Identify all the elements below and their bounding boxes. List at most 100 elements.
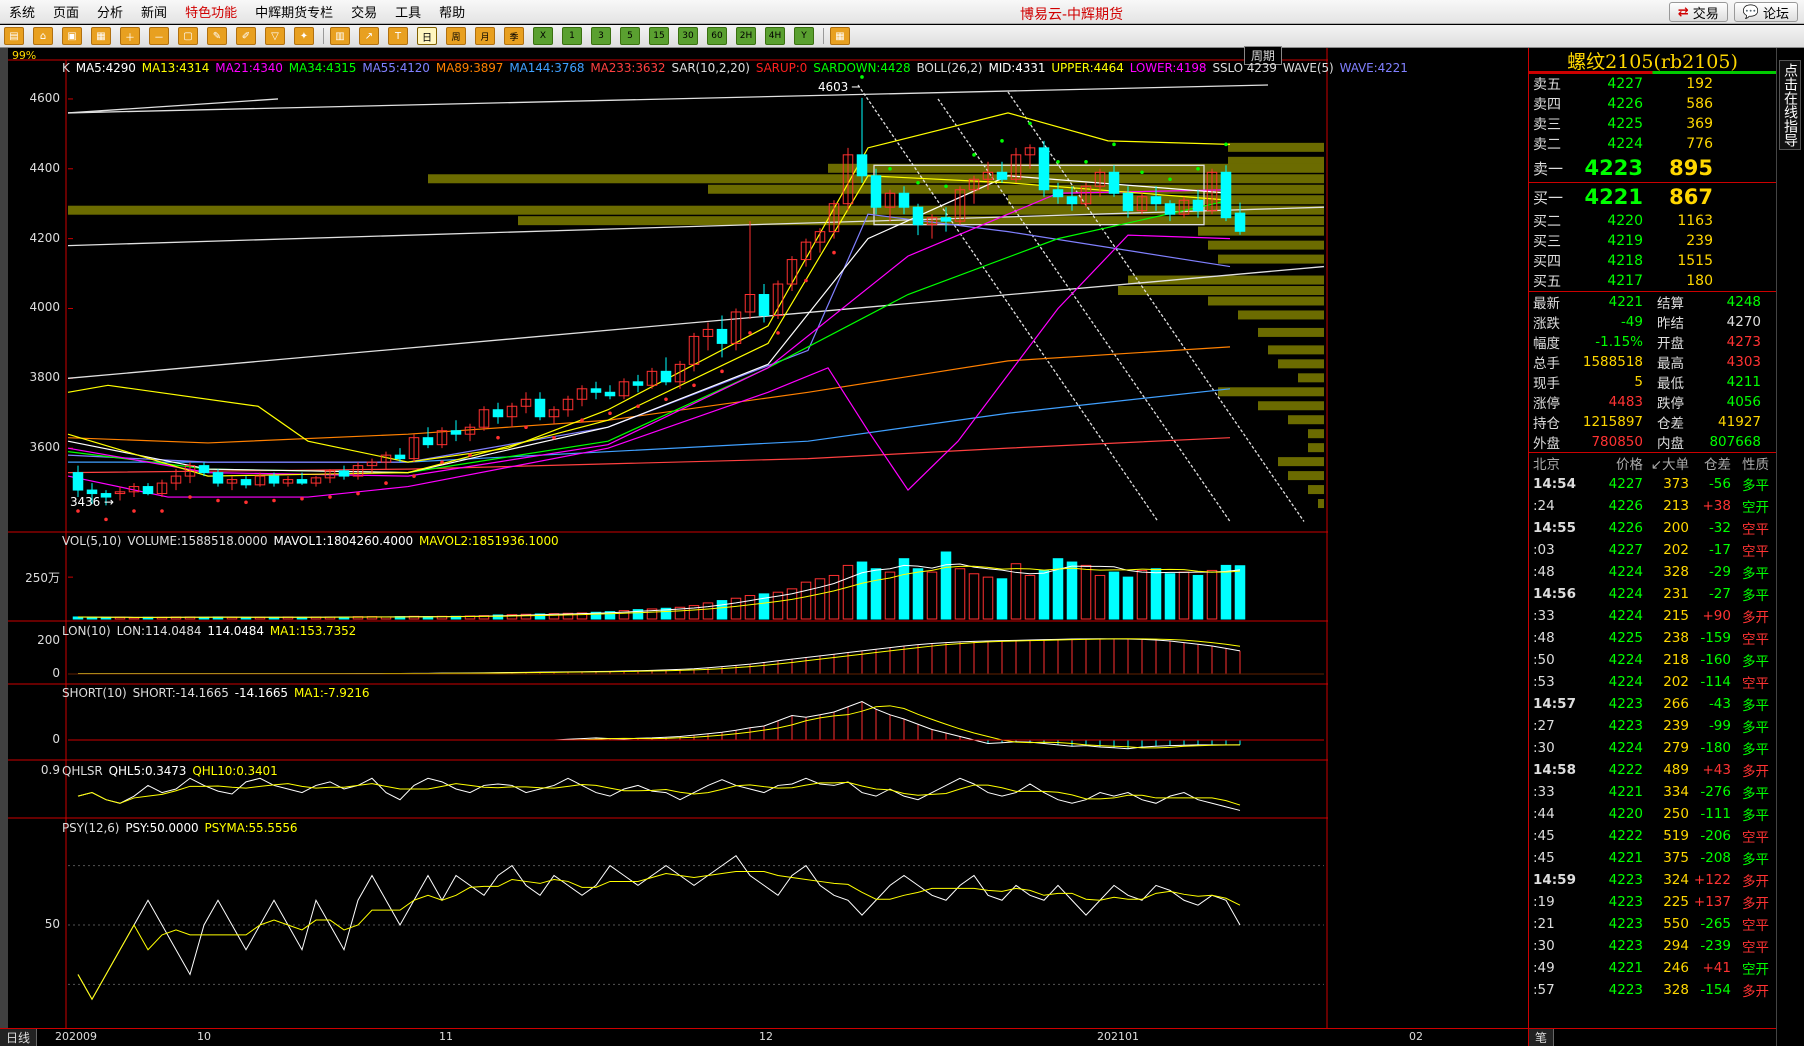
stat-label: 涨跌: [1533, 316, 1560, 332]
tick-oi-change: -43: [1708, 696, 1731, 712]
chart-icon[interactable]: ▤: [4, 27, 24, 45]
day-period-button[interactable]: 日: [417, 27, 437, 45]
tick-volume: 200: [1663, 520, 1689, 536]
lon-legend: LON(10) LON:114.0484 114.0484 MA1:153.7352: [62, 624, 362, 638]
book-row[interactable]: 卖三 4225 369: [1529, 114, 1776, 134]
menu-item-8[interactable]: 帮助: [430, 2, 474, 21]
volume-bar: [1150, 568, 1162, 620]
vol-ytick: 250万: [25, 571, 60, 586]
period-button-9[interactable]: 60: [707, 27, 727, 45]
book-row[interactable]: 买四 4218 1515: [1529, 251, 1776, 271]
volume-bar: [842, 564, 854, 620]
ticks-list[interactable]: 14:54 4227 373 -56 多平:24 4226 213 +38 空开 14:55 422…: [1529, 473, 1776, 1001]
forum-button[interactable]: 💬 论坛: [1733, 2, 1798, 22]
contract-title[interactable]: 螺纹2105(rb2105): [1529, 48, 1776, 74]
period-button-0[interactable]: 周: [446, 27, 466, 45]
book-row[interactable]: 买二 4220 1163: [1529, 211, 1776, 231]
candle-body: [296, 479, 308, 484]
tick-time: :30: [1533, 938, 1555, 954]
stat-label: 涨停: [1533, 396, 1560, 412]
trend-icon[interactable]: ↗: [359, 27, 379, 45]
chart-area[interactable]: 99% 周期 K MA5:4290 MA13:4314 MA21:4340 MA34:4…: [8, 46, 1528, 1028]
tick-time: :30: [1533, 740, 1555, 756]
book-row[interactable]: 买三 4219 239: [1529, 231, 1776, 251]
volume-profile-bar: [1288, 471, 1324, 481]
trade-label: 交易: [1692, 6, 1719, 22]
lg-qhl-item-1: QHL5:0.3473: [108, 764, 187, 778]
new-icon[interactable]: ✦: [294, 27, 314, 45]
menu-item-3[interactable]: 新闻: [132, 2, 176, 21]
online-guide-button[interactable]: 点击在线指导: [1779, 60, 1801, 150]
candle-body: [898, 192, 910, 208]
tick-row: 14:57 4223 266 -43 多平: [1529, 693, 1776, 715]
volume-bar: [926, 571, 938, 620]
tick-row: 14:55 4226 200 -32 空平: [1529, 517, 1776, 539]
ticks-tab[interactable]: 笔: [1529, 1029, 1555, 1046]
lg-main-item-4: MA34:4315: [288, 61, 357, 75]
menu-item-2[interactable]: 分析: [88, 2, 132, 21]
sar-dot: [440, 460, 444, 464]
ticks-head-0: 北京: [1533, 457, 1560, 473]
volume-profile-bar: [1118, 286, 1324, 296]
toolbar-separator: [323, 28, 324, 44]
stat-value: 41927: [1718, 414, 1761, 430]
grid-icon[interactable]: ▦: [830, 27, 850, 45]
sar-dot: [300, 496, 304, 501]
period-button-5[interactable]: 3: [591, 27, 611, 45]
stat-value: 1588518: [1582, 354, 1643, 370]
candle-body: [660, 370, 672, 383]
period-button-2[interactable]: 季: [504, 27, 524, 45]
menu-item-1[interactable]: 页面: [44, 2, 88, 21]
book-row[interactable]: 买一 4221 867: [1529, 183, 1776, 211]
book-row[interactable]: 卖二 4224 776: [1529, 134, 1776, 154]
tick-price: 4223: [1608, 982, 1643, 998]
period-button-10[interactable]: 2H: [736, 27, 756, 45]
zoom-out-icon[interactable]: －: [149, 27, 169, 45]
stat-row: 外盘 780850 内盘 807668: [1529, 432, 1776, 452]
stat-value: -1.15%: [1595, 334, 1643, 350]
period-button-4[interactable]: 1: [562, 27, 582, 45]
main-ytick-4: 3800: [29, 370, 60, 385]
table-icon[interactable]: ▥: [330, 27, 350, 45]
book-row[interactable]: 卖一 4223 895: [1529, 154, 1776, 182]
tick-icon[interactable]: T: [388, 27, 408, 45]
sar-dot: [524, 425, 528, 430]
menu-item-5[interactable]: 中辉期货专栏: [246, 2, 342, 21]
sar-dot: [664, 397, 668, 402]
period-button-11[interactable]: 4H: [765, 27, 785, 45]
home-icon[interactable]: ⌂: [33, 27, 53, 45]
menu-item-7[interactable]: 工具: [386, 2, 430, 21]
tick-volume: 239: [1663, 718, 1689, 734]
period-button-1[interactable]: 月: [475, 27, 495, 45]
menu-item-4[interactable]: 特色功能: [176, 2, 246, 21]
window-icon[interactable]: ▢: [178, 27, 198, 45]
candle-body: [394, 454, 406, 460]
period-label[interactable]: 日线: [0, 1029, 38, 1046]
period-button-6[interactable]: 5: [620, 27, 640, 45]
tick-time: :19: [1533, 894, 1555, 910]
folder-icon[interactable]: ▣: [62, 27, 82, 45]
edit-icon[interactable]: ✐: [236, 27, 256, 45]
period-button-3[interactable]: X: [533, 27, 553, 45]
tick-row: :48 4224 328 -29 多平: [1529, 561, 1776, 583]
short-ytick: 0: [52, 732, 60, 746]
volume-bar: [800, 581, 812, 620]
news-icon[interactable]: ▦: [91, 27, 111, 45]
tick-oi-change: -159: [1700, 630, 1731, 646]
book-row[interactable]: 卖五 4227 192: [1529, 74, 1776, 94]
period-button-12[interactable]: Y: [794, 27, 814, 45]
menu-item-0[interactable]: 系统: [0, 2, 44, 21]
volume-profile-bar: [1228, 142, 1324, 152]
left-scroll-strip[interactable]: [0, 48, 8, 1028]
volume-profile-bar: [1258, 401, 1324, 411]
menu-item-6[interactable]: 交易: [342, 2, 386, 21]
trade-button[interactable]: ⇄ 交易: [1668, 2, 1728, 22]
zoom-in-icon[interactable]: ＋: [120, 27, 140, 45]
book-row[interactable]: 买五 4217 180: [1529, 271, 1776, 291]
candle-body: [450, 430, 462, 435]
period-button-8[interactable]: 30: [678, 27, 698, 45]
draw-icon[interactable]: ✎: [207, 27, 227, 45]
book-row[interactable]: 卖四 4226 586: [1529, 94, 1776, 114]
period-button-7[interactable]: 15: [649, 27, 669, 45]
filter-icon[interactable]: ▽: [265, 27, 285, 45]
